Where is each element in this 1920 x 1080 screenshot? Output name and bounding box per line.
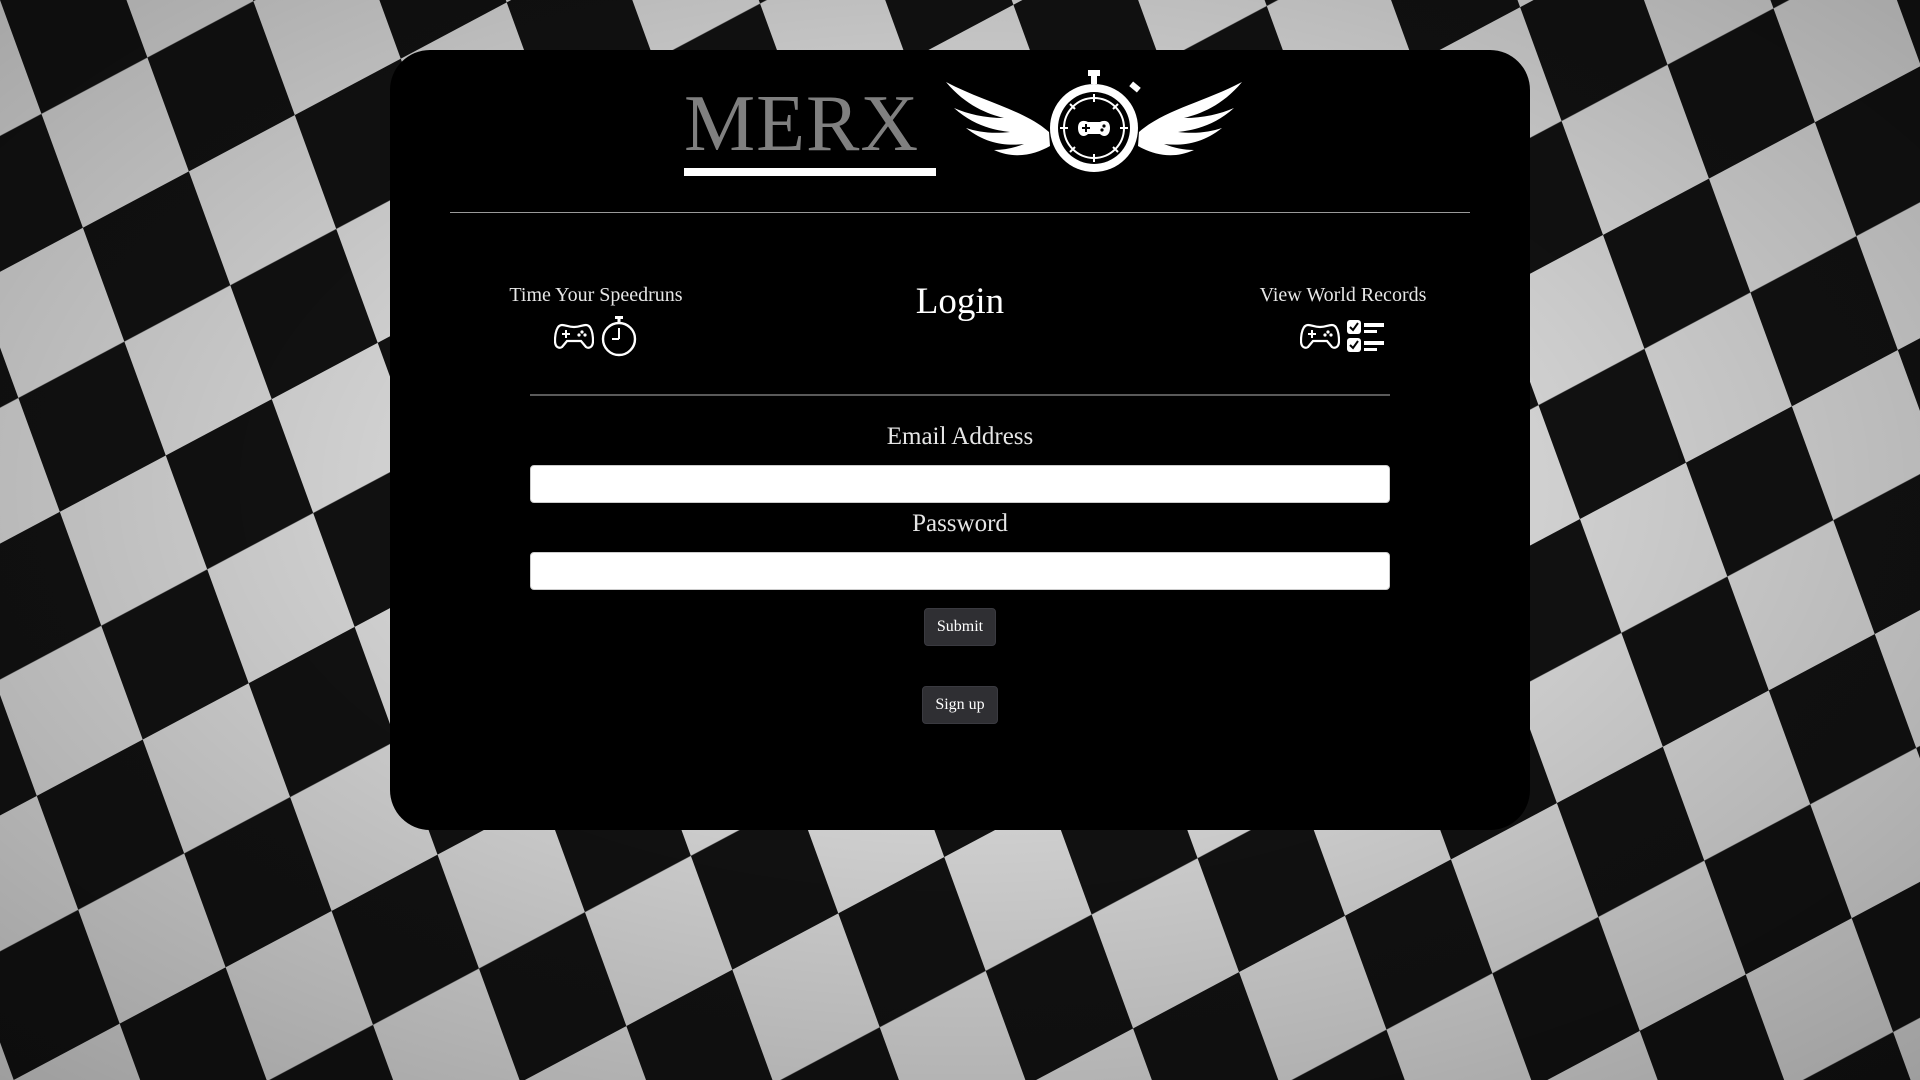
winged-stopwatch-logo-icon <box>946 70 1242 172</box>
checklist-icon <box>1347 320 1384 352</box>
header-divider <box>450 212 1470 213</box>
home-link[interactable]: MERX <box>684 70 936 178</box>
brand-name: MERX <box>684 80 920 168</box>
password-label: Password <box>912 510 1008 537</box>
submit-button[interactable]: Submit <box>924 608 996 646</box>
form-divider <box>530 394 1390 396</box>
email-label: Email Address <box>886 423 1034 450</box>
sign-up-button[interactable]: Sign up <box>922 686 998 724</box>
brand-underline <box>684 168 936 176</box>
email-field[interactable] <box>530 465 1390 503</box>
password-field[interactable] <box>530 552 1390 590</box>
brand-header: MERX <box>684 70 1244 230</box>
login-card: MERX Time Your Speedruns Login View Worl… <box>390 50 1530 830</box>
nav-view-world-records-label: View World Records <box>1259 284 1427 306</box>
nav-view-world-records[interactable]: View World Records <box>1233 284 1453 358</box>
gamepad-icon <box>1300 323 1340 349</box>
nav-view-world-records-icons <box>1233 314 1453 358</box>
gamepad-icon <box>554 323 594 349</box>
